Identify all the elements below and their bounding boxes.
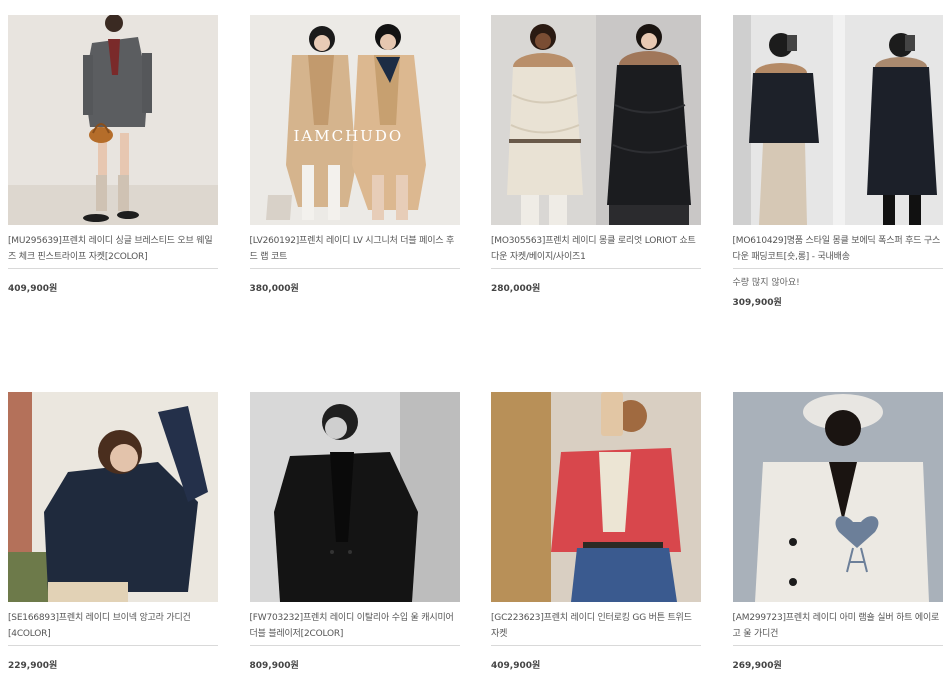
product-image[interactable]: [8, 392, 218, 602]
divider: [491, 268, 701, 269]
product-card[interactable]: IAMCHUDO [LV260192]프렌치 레이디 LV 시그니처 더블 페이…: [249, 15, 460, 392]
product-image[interactable]: [491, 392, 701, 602]
product-title[interactable]: [MU295639]프렌치 레이디 싱글 브레스티드 오브 웨일즈 체크 핀스트…: [8, 233, 218, 265]
product-title[interactable]: [LV260192]프렌치 레이디 LV 시그니처 더블 페이스 후드 랩 코트: [250, 233, 460, 265]
divider: [8, 268, 218, 269]
product-price: 380,000원: [249, 284, 299, 294]
divider: [8, 645, 218, 646]
product-price: 309,900원: [732, 298, 782, 308]
product-price: 229,900원: [8, 661, 58, 671]
product-card[interactable]: [FW703232]프렌치 레이디 이탈리아 수입 울 캐시미어 더블 블레이저…: [249, 392, 460, 672]
product-image[interactable]: [732, 392, 943, 602]
product-title[interactable]: [SE166893]프렌치 레이디 브이넥 앙고라 가디건[4COLOR]: [8, 610, 218, 642]
stock-note: 수량 많지 않아요!: [732, 278, 800, 288]
brand-watermark: IAMCHUDO: [293, 127, 404, 145]
product-title[interactable]: [GC223623]프렌치 레이디 인터로킹 GG 버튼 트위드 자켓: [491, 610, 701, 642]
product-card[interactable]: [MU295639]프렌치 레이디 싱글 브레스티드 오브 웨일즈 체크 핀스트…: [8, 15, 218, 392]
divider: [491, 645, 701, 646]
product-title[interactable]: [MO610429]명품 스타일 몽클 보에딕 폭스퍼 후드 구스다운 패딩코트…: [733, 233, 943, 265]
product-image[interactable]: [732, 15, 943, 225]
product-card[interactable]: [MO305563]프렌치 레이디 몽클 로리엇 LORIOT 쇼트 다운 자켓…: [491, 15, 701, 392]
product-price: 409,900원: [491, 661, 541, 671]
product-image[interactable]: IAMCHUDO: [249, 15, 460, 225]
divider: [249, 645, 460, 646]
product-grid: [MU295639]프렌치 레이디 싱글 브레스티드 오브 웨일즈 체크 핀스트…: [8, 15, 943, 672]
product-title[interactable]: [MO305563]프렌치 레이디 몽클 로리엇 LORIOT 쇼트 다운 자켓…: [491, 233, 701, 265]
product-title[interactable]: [FW703232]프렌치 레이디 이탈리아 수입 울 캐시미어 더블 블레이저…: [250, 610, 460, 642]
product-card[interactable]: [MO610429]명품 스타일 몽클 보에딕 폭스퍼 후드 구스다운 패딩코트…: [732, 15, 943, 392]
product-title[interactable]: [AM299723]프렌치 레이디 아미 램숄 실버 하트 에이로고 울 가디건: [733, 610, 943, 642]
product-price: 409,900원: [8, 284, 58, 294]
product-card[interactable]: [SE166893]프렌치 레이디 브이넥 앙고라 가디건[4COLOR] 22…: [8, 392, 218, 672]
product-card[interactable]: [AM299723]프렌치 레이디 아미 램숄 실버 하트 에이로고 울 가디건…: [732, 392, 943, 672]
divider: [732, 645, 943, 646]
divider: [732, 268, 943, 269]
product-price: 280,000원: [491, 284, 541, 294]
product-card[interactable]: [GC223623]프렌치 레이디 인터로킹 GG 버튼 트위드 자켓 409,…: [491, 392, 701, 672]
product-image[interactable]: [249, 392, 460, 602]
product-price: 269,900원: [732, 661, 782, 671]
product-image[interactable]: [8, 15, 218, 225]
product-price: 809,900원: [249, 661, 299, 671]
product-image[interactable]: [491, 15, 701, 225]
divider: [249, 268, 460, 269]
